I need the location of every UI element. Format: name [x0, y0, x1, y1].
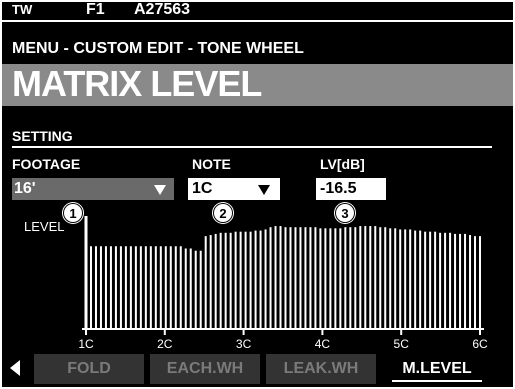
bar [429, 231, 432, 328]
bar [274, 226, 277, 328]
bar [179, 246, 182, 328]
bar [389, 228, 392, 328]
tab-each-wh[interactable]: EACH.WH [150, 354, 260, 384]
bar [109, 246, 112, 328]
bar [414, 230, 417, 328]
bar [369, 226, 372, 328]
x-tick-label: 2C [157, 337, 173, 351]
bar [289, 227, 292, 328]
tab-fold[interactable]: FOLD [34, 354, 144, 384]
bar [374, 226, 377, 328]
bar [349, 227, 352, 328]
bar [474, 236, 477, 328]
bar [344, 227, 347, 328]
bar [439, 232, 442, 328]
bar [464, 233, 467, 328]
bar [424, 231, 427, 328]
bar [434, 231, 437, 328]
bar [154, 246, 157, 328]
bar [399, 229, 402, 328]
bar [354, 227, 357, 328]
bar [199, 250, 202, 328]
bar [134, 246, 137, 328]
bar [479, 236, 481, 328]
bar [469, 235, 472, 328]
bar [269, 227, 272, 328]
bar [419, 230, 422, 328]
bar [279, 226, 282, 328]
bar [394, 228, 397, 328]
bar [214, 233, 217, 328]
bar [259, 230, 262, 328]
bar [229, 232, 232, 328]
bar [189, 248, 192, 328]
bar [314, 227, 317, 328]
bar [304, 227, 307, 328]
bar [404, 229, 407, 328]
bar [129, 246, 132, 328]
bar [339, 228, 342, 328]
bar [194, 250, 197, 328]
bar [449, 232, 452, 328]
bar [119, 246, 122, 328]
display-screen: TW F1 A27563 MENU - CUSTOM EDIT - TONE W… [2, 2, 513, 387]
bar [284, 227, 287, 328]
x-tick-label: 5C [394, 337, 410, 351]
active-tab-underline [392, 380, 482, 382]
bar [159, 246, 162, 328]
bar [144, 246, 147, 328]
bar [364, 226, 367, 328]
bar [219, 232, 222, 328]
bar [94, 246, 97, 328]
bar [164, 246, 167, 328]
bar [254, 230, 257, 328]
bar [174, 246, 177, 328]
bar [379, 227, 382, 328]
bar [409, 229, 412, 328]
bar [309, 227, 312, 328]
bar [139, 246, 142, 328]
x-tick-label: 6C [472, 337, 488, 351]
bar [334, 228, 337, 328]
bar [459, 233, 462, 328]
bar [234, 231, 237, 328]
bar [114, 246, 117, 328]
x-tick-label: 3C [236, 337, 252, 351]
bar [384, 227, 387, 328]
bar [249, 231, 252, 328]
bar [184, 248, 187, 328]
bar [299, 227, 302, 328]
bar [204, 236, 207, 328]
bar [149, 246, 152, 328]
bar [99, 246, 102, 328]
selected-bar [84, 216, 88, 328]
bar [444, 232, 447, 328]
bar [124, 246, 127, 328]
bar [359, 226, 362, 328]
x-tick-label: 1C [78, 337, 94, 351]
bar [324, 228, 327, 328]
bar [264, 229, 267, 328]
bar [294, 227, 297, 328]
bar [329, 228, 332, 328]
bar [224, 232, 227, 328]
x-tick-label: 4C [315, 337, 331, 351]
bar [319, 228, 322, 328]
bar [89, 246, 92, 328]
bar [209, 235, 212, 328]
bar [239, 231, 242, 328]
chevron-left-icon[interactable] [10, 360, 20, 376]
bar [169, 246, 172, 328]
tab-leak-wh[interactable]: LEAK.WH [266, 354, 376, 384]
bar [104, 246, 107, 328]
level-bar-chart: 1C 2C 3C 4C 5C 6C [78, 216, 488, 351]
bar [244, 231, 247, 328]
bar [454, 233, 457, 328]
